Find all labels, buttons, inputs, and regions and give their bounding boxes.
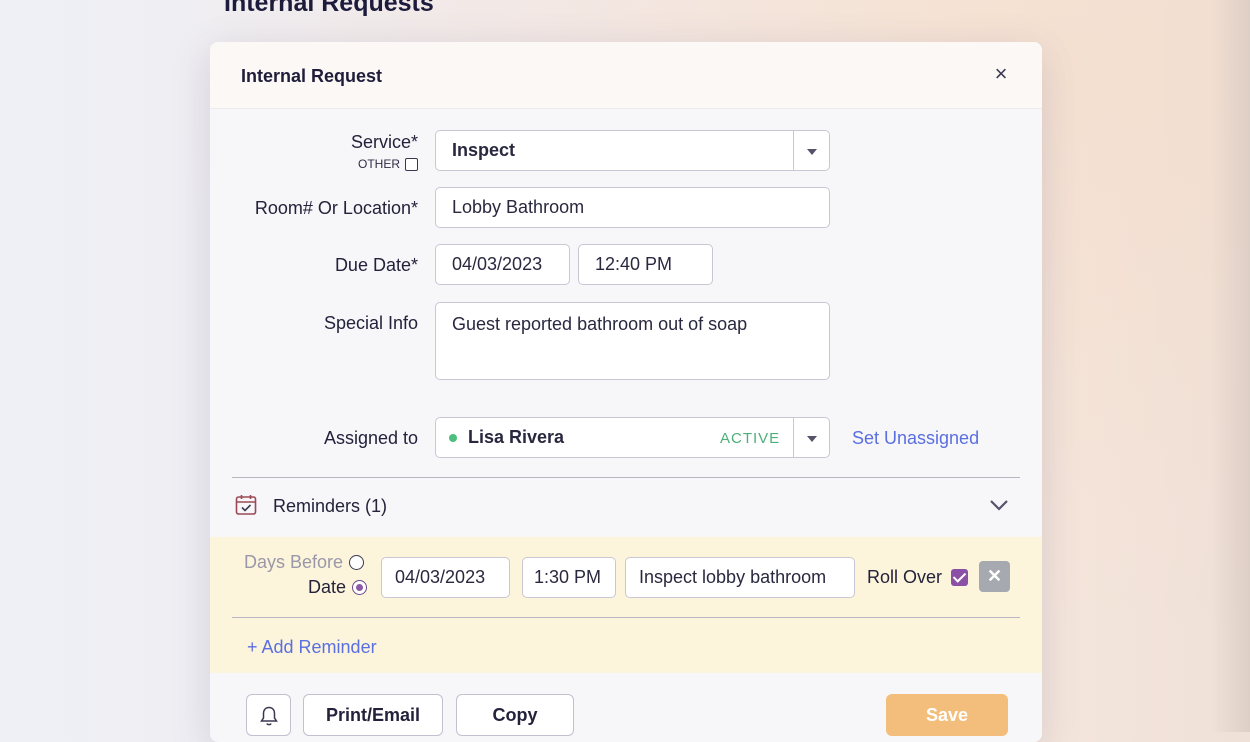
internal-request-dialog: Internal Request × Service* OTHER Inspec… [210,42,1042,742]
other-label: OTHER [358,157,400,171]
days-before-label: Days Before [244,552,344,572]
service-select[interactable]: Inspect [435,130,830,171]
reminders-title: Reminders (1) [273,496,388,516]
rollover-option[interactable]: Roll Over [867,567,969,588]
reminder-note-value: Inspect lobby bathroom [639,567,827,587]
status-badge: ACTIVE [720,430,781,447]
select-divider [793,418,794,457]
remove-reminder-button[interactable]: ✕ [979,561,1010,592]
assignee-name: Lisa Rivera [468,427,565,447]
rollover-label: Roll Over [867,567,943,587]
location-value: Lobby Bathroom [452,197,585,217]
set-unassigned-link[interactable]: Set Unassigned [852,428,979,449]
caret-down-icon[interactable] [807,436,817,442]
assigned-to-label: Assigned to [323,428,418,448]
close-icon[interactable]: × [991,63,1011,85]
due-date-label: Due Date* [334,255,418,275]
due-time-input[interactable]: 12:40 PM [578,244,713,285]
location-label: Room# Or Location* [254,198,418,218]
reminder-time-value: 1:30 PM [534,567,602,587]
reminder-divider [232,617,1020,618]
add-reminder-link[interactable]: + Add Reminder [247,637,377,658]
reminder-note-input[interactable]: Inspect lobby bathroom [625,557,855,598]
special-info-textarea[interactable]: Guest reported bathroom out of soap [435,302,830,380]
calendar-check-icon [235,495,257,515]
days-before-radio[interactable] [349,555,365,570]
print-email-button[interactable]: Print/Email [303,694,443,736]
rollover-checkbox[interactable] [951,569,969,586]
dialog-header: Internal Request × [210,42,1042,109]
special-info-label: Special Info [323,313,418,333]
bell-icon [259,706,278,726]
reminder-date-input[interactable]: 04/03/2023 [381,557,510,598]
due-date-value: 04/03/2023 [452,254,543,274]
other-service-toggle[interactable]: OTHER [358,157,418,171]
chevron-down-icon[interactable] [988,497,1010,513]
reminder-time-input[interactable]: 1:30 PM [522,557,616,598]
date-radio[interactable] [352,580,368,595]
days-before-option[interactable]: Days Before [244,552,365,573]
section-divider [232,477,1020,478]
special-info-value: Guest reported bathroom out of soap [452,314,748,334]
service-label: Service* [350,132,418,152]
caret-down-icon[interactable] [807,149,817,155]
assignee-select[interactable]: Lisa Rivera ACTIVE [435,417,830,458]
copy-button[interactable]: Copy [456,694,574,736]
status-dot [449,433,457,442]
dialog-title: Internal Request [241,66,383,86]
save-button[interactable]: Save [886,694,1008,736]
due-date-input[interactable]: 04/03/2023 [435,244,570,285]
date-label: Date [308,577,347,597]
page-title: Internal Requests [224,0,434,17]
other-checkbox[interactable] [405,157,418,171]
notify-button[interactable] [246,694,291,736]
select-divider [793,131,794,170]
date-option[interactable]: Date [308,577,368,598]
due-time-value: 12:40 PM [595,254,673,274]
location-input[interactable]: Lobby Bathroom [435,187,830,228]
service-value: Inspect [452,140,516,160]
reminder-panel: Days Before Date 04/03/2023 1:30 PM Insp… [210,537,1042,673]
background-edge [1210,0,1250,732]
reminder-date-value: 04/03/2023 [395,567,486,587]
